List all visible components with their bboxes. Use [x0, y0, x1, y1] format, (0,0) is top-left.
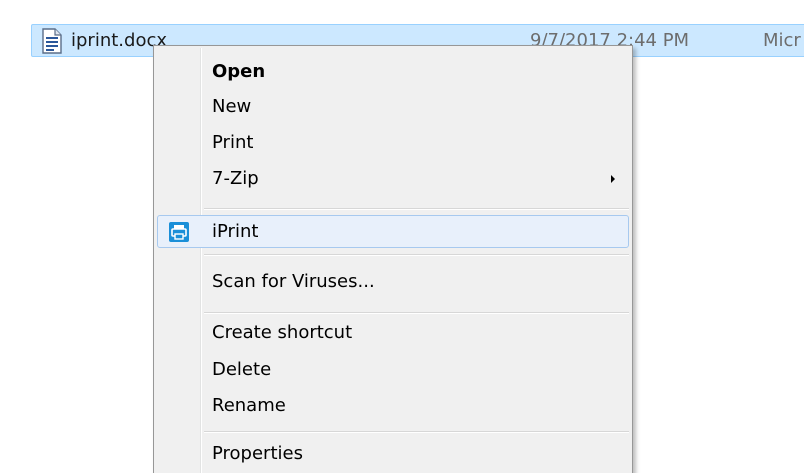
- menu-item-label: Print: [212, 132, 254, 153]
- word-document-icon: [41, 28, 63, 54]
- menu-item-label: Delete: [212, 359, 272, 380]
- menu-item-scan-for-viruses[interactable]: Scan for Viruses...: [157, 265, 629, 298]
- printer-icon: [168, 221, 190, 243]
- menu-item-label: Open: [212, 61, 266, 82]
- menu-item-label: New: [212, 96, 252, 117]
- menu-separator: [204, 208, 629, 210]
- menu-item-properties[interactable]: Properties: [157, 437, 629, 470]
- menu-item-label: Scan for Viruses...: [212, 271, 375, 292]
- menu-item-iprint[interactable]: iPrint: [157, 215, 629, 248]
- menu-item-create-shortcut[interactable]: Create shortcut: [157, 316, 629, 349]
- menu-item-label: Properties: [212, 443, 303, 464]
- menu-separator: [204, 312, 629, 314]
- menu-item-open[interactable]: Open: [157, 55, 629, 88]
- context-menu: Open New Print 7-Zip iPrint Scan for Vir…: [153, 45, 633, 473]
- menu-item-label: iPrint: [212, 221, 259, 242]
- menu-item-label: Rename: [212, 395, 286, 416]
- menu-item-delete[interactable]: Delete: [157, 353, 629, 386]
- menu-separator: [204, 254, 629, 256]
- menu-item-label: 7-Zip: [212, 168, 259, 189]
- menu-item-7zip[interactable]: 7-Zip: [157, 162, 629, 195]
- menu-item-label: Create shortcut: [212, 322, 353, 343]
- menu-item-new[interactable]: New: [157, 90, 629, 123]
- explorer-window: iprint.docx 9/7/2017 2:44 PM Micr Open N…: [0, 0, 804, 473]
- submenu-arrow-icon: [611, 175, 615, 183]
- menu-item-print[interactable]: Print: [157, 126, 629, 159]
- menu-separator: [204, 431, 629, 433]
- menu-item-rename[interactable]: Rename: [157, 389, 629, 422]
- file-type: Micr: [763, 30, 801, 51]
